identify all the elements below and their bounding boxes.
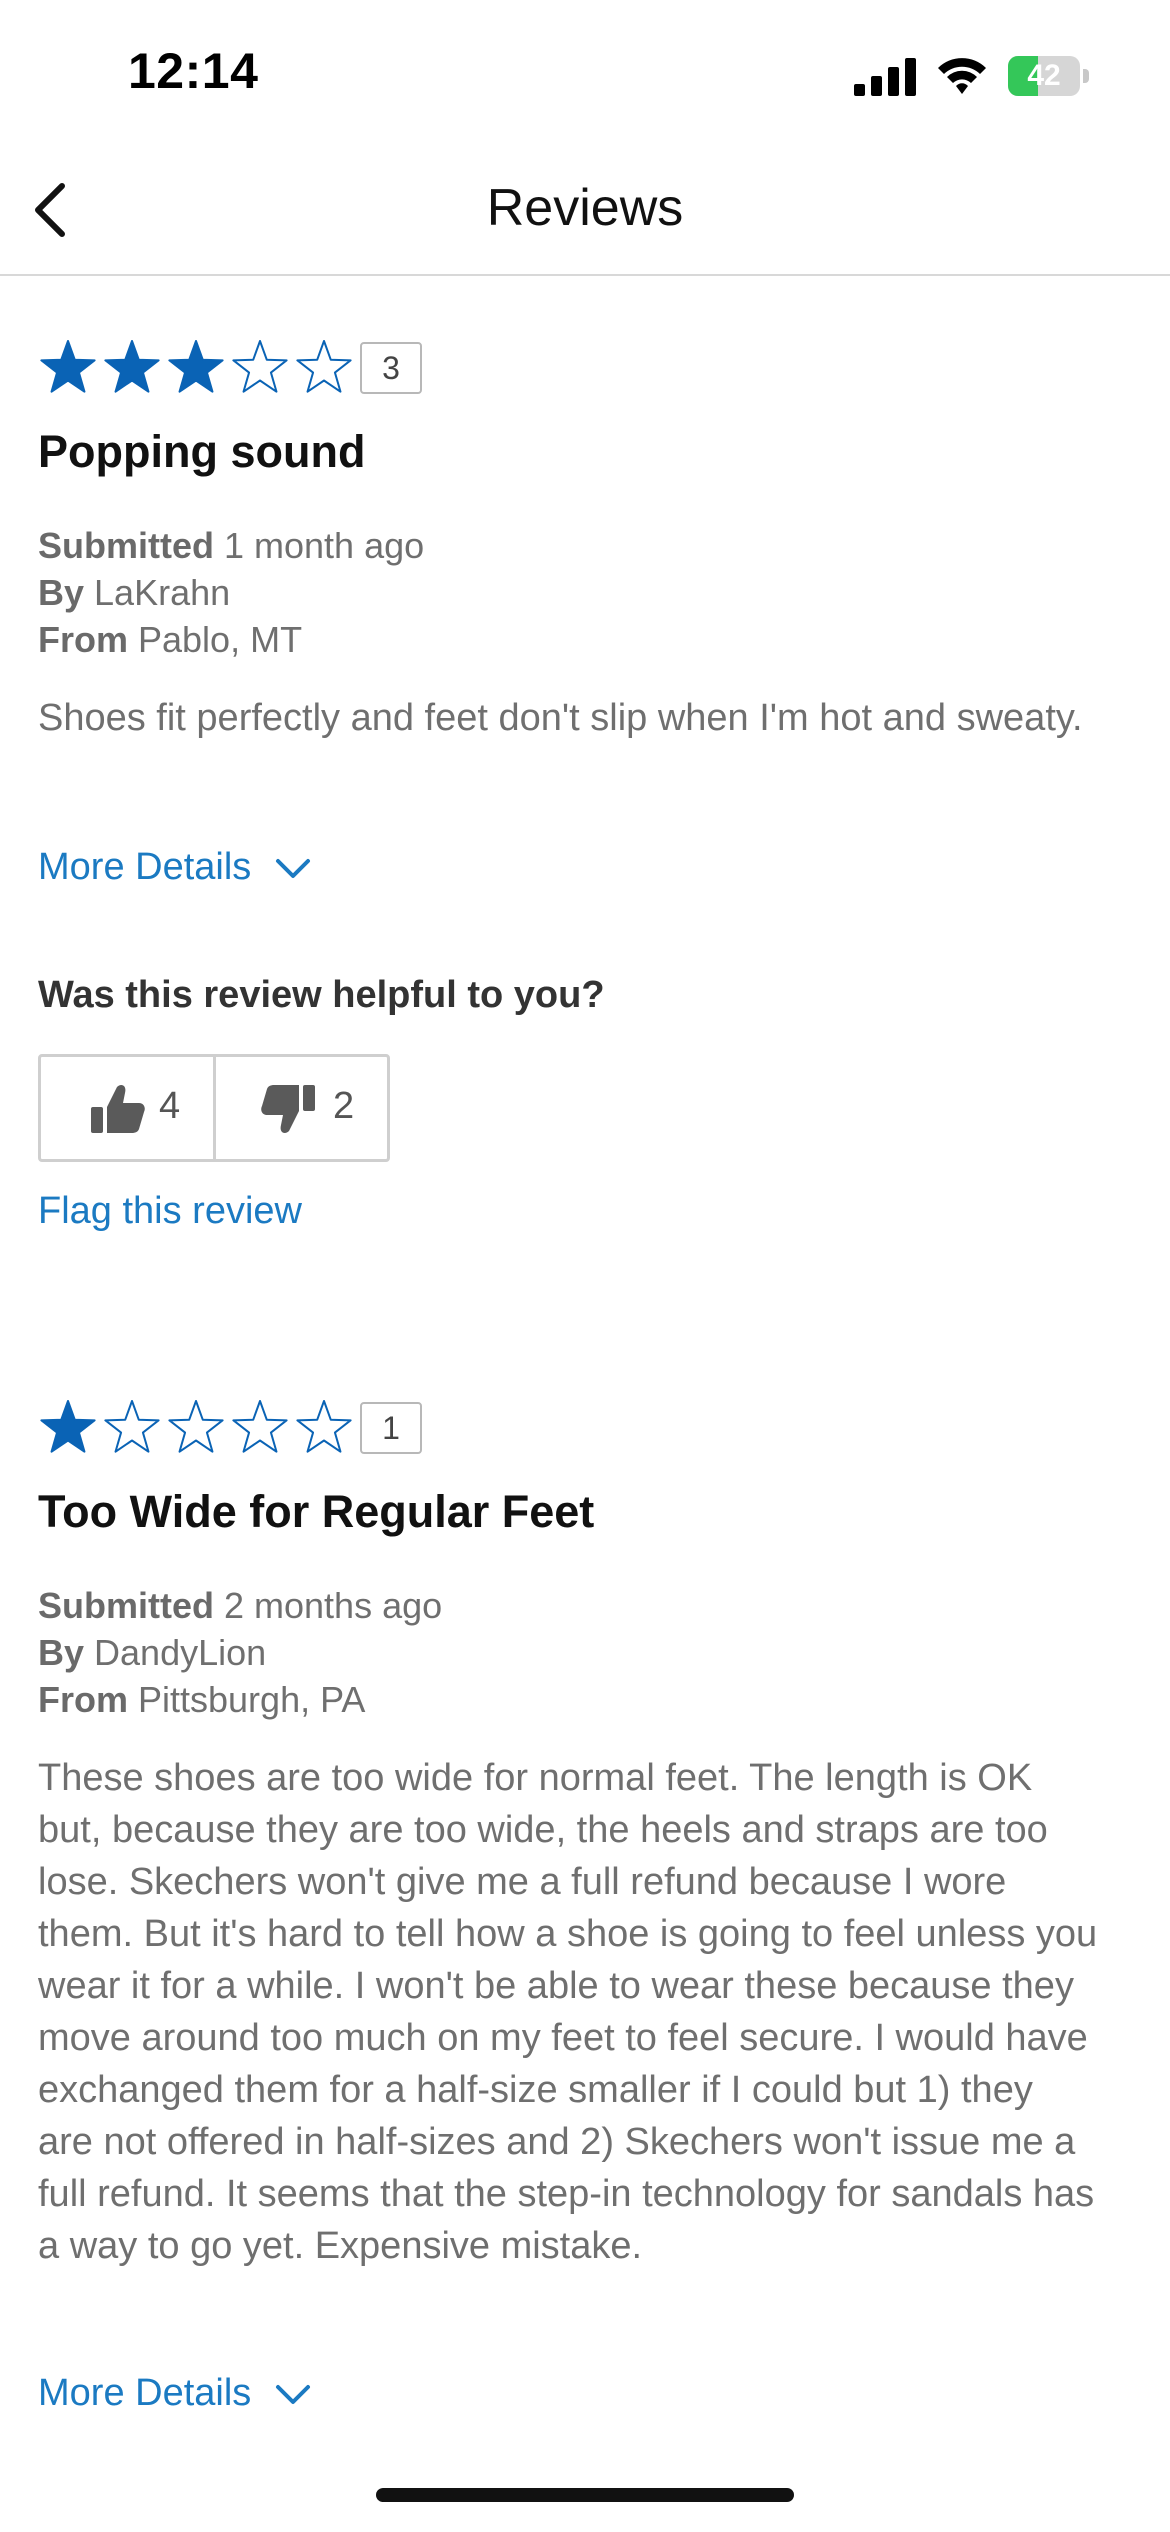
more-details-label: More Details	[38, 2372, 252, 2414]
review-title: Too Wide for Regular Feet	[38, 1486, 595, 1537]
submitted-value: 1 month ago	[214, 525, 425, 566]
battery-icon: 42	[1008, 56, 1090, 98]
submitted-value: 2 months ago	[214, 1585, 443, 1626]
review-meta: Submitted 1 month ago By LaKrahn From Pa…	[38, 522, 424, 663]
status-bar: 12:14 42	[0, 0, 1170, 150]
star-icon	[296, 340, 352, 393]
battery-percent: 42	[1027, 59, 1061, 92]
author-name: LaKrahn	[84, 572, 231, 613]
star-icon	[40, 340, 96, 393]
location-line: From Pablo, MT	[38, 616, 424, 663]
submitted-label: Submitted	[38, 525, 214, 566]
helpful-no-button[interactable]: 2	[213, 1057, 385, 1159]
helpful-question: Was this review helpful to you?	[38, 974, 605, 1016]
more-details-button[interactable]: More Details	[38, 846, 311, 889]
review-meta: Submitted 2 months ago By DandyLion From…	[38, 1582, 442, 1723]
star-icon	[104, 1400, 160, 1453]
submitted-label: Submitted	[38, 1585, 214, 1626]
review-body: Shoes fit perfectly and feet don't slip …	[38, 697, 1083, 739]
helpful-no-count: 2	[333, 1085, 355, 1127]
thumbs-down-icon	[261, 1085, 315, 1133]
home-indicator	[376, 2488, 794, 2502]
flag-review-link[interactable]: Flag this review	[38, 1190, 302, 1233]
rating-badge: 1	[360, 1402, 422, 1454]
star-icon	[232, 1400, 288, 1453]
from-label: From	[38, 1679, 128, 1720]
helpful-yes-button[interactable]: 4	[41, 1057, 216, 1159]
helpful-vote-group: 4 2	[38, 1054, 390, 1162]
page-title: Reviews	[486, 179, 684, 237]
cellular-signal-icon	[854, 58, 916, 96]
author-location: Pittsburgh, PA	[128, 1679, 366, 1720]
status-time: 12:14	[128, 43, 259, 99]
star-icon	[168, 340, 224, 393]
author-line: By LaKrahn	[38, 569, 424, 616]
chevron-down-icon	[276, 858, 311, 878]
by-label: By	[38, 572, 85, 613]
helpful-yes-count: 4	[159, 1085, 181, 1127]
submitted-line: Submitted 1 month ago	[38, 522, 424, 569]
more-details-label: More Details	[38, 846, 252, 888]
chevron-down-icon	[276, 2384, 311, 2404]
from-label: From	[38, 619, 128, 660]
star-icon	[296, 1400, 352, 1453]
star-icon	[104, 340, 160, 393]
review-body: These shoes are too wide for normal feet…	[38, 1757, 1098, 2267]
location-line: From Pittsburgh, PA	[38, 1676, 442, 1723]
review-title: Popping sound	[38, 426, 366, 477]
star-icon	[40, 1400, 96, 1453]
rating-badge: 3	[360, 342, 422, 394]
more-details-button[interactable]: More Details	[38, 2372, 311, 2415]
thumbs-up-icon	[91, 1085, 145, 1133]
author-line: By DandyLion	[38, 1629, 442, 1676]
star-icon	[232, 340, 288, 393]
star-icon	[168, 1400, 224, 1453]
submitted-line: Submitted 2 months ago	[38, 1582, 442, 1629]
author-location: Pablo, MT	[128, 619, 303, 660]
nav-bar: Reviews	[0, 150, 1170, 276]
by-label: By	[38, 1632, 85, 1673]
author-name: DandyLion	[84, 1632, 267, 1673]
wifi-icon	[938, 58, 986, 94]
